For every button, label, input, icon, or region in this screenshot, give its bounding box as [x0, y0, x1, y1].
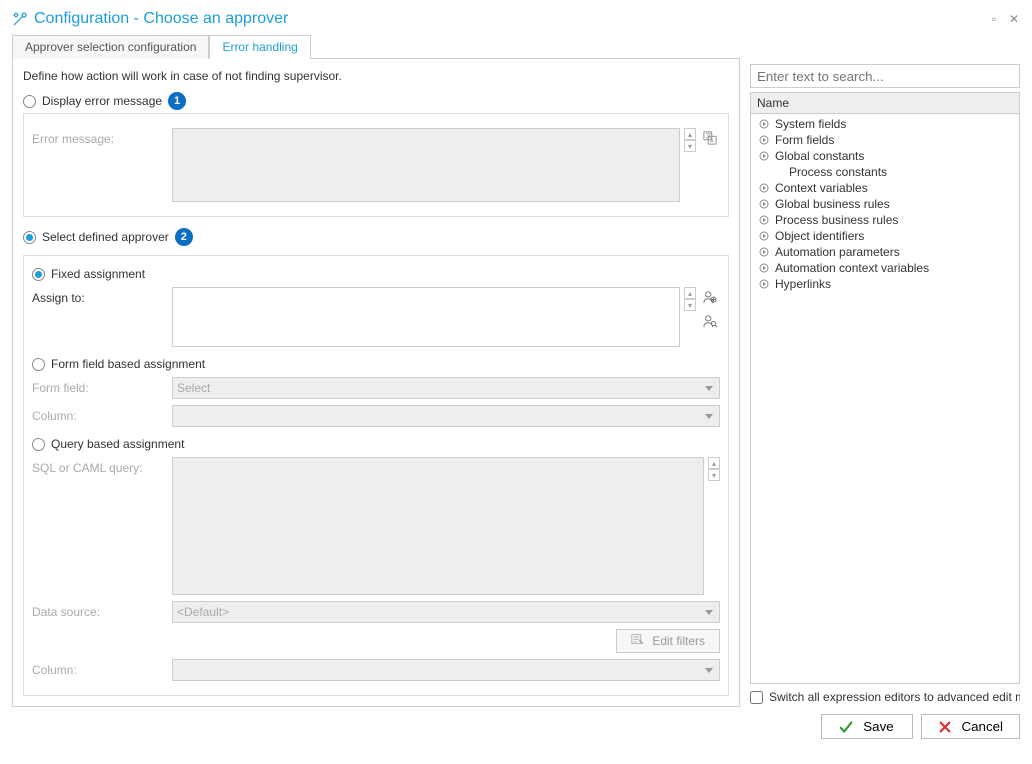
query-title: Query based assignment [51, 437, 184, 451]
search-input[interactable] [750, 64, 1020, 88]
expand-icon[interactable] [757, 231, 771, 241]
radio-formfield[interactable] [32, 358, 45, 371]
tree-item[interactable]: Global constants [751, 148, 1019, 164]
intro-text: Define how action will work in case of n… [23, 69, 729, 83]
select-defined-label: Select defined approver [42, 230, 169, 244]
fixed-label: Fixed assignment [51, 267, 145, 281]
textarea-scroll: ▴▾ [684, 128, 696, 152]
sql-label: SQL or CAML query: [32, 457, 172, 475]
sql-input [172, 457, 704, 595]
config-window: Configuration - Choose an approver ▫ ✕ A… [0, 0, 1032, 764]
translate-icon[interactable]: 文A [700, 128, 720, 148]
footer: Save Cancel [12, 714, 1020, 739]
tree-item[interactable]: Automation parameters [751, 244, 1019, 260]
expand-icon[interactable] [757, 215, 771, 225]
cancel-label: Cancel [962, 719, 1004, 734]
error-message-label: Error message: [32, 128, 172, 146]
formfield-select: Select [172, 377, 720, 399]
switch-advanced-checkbox[interactable] [750, 691, 763, 704]
option-fixed[interactable]: Fixed assignment [32, 267, 720, 281]
expand-icon[interactable] [757, 135, 771, 145]
expand-icon[interactable] [757, 199, 771, 209]
edit-filters-label: Edit filters [652, 634, 705, 648]
tree-item[interactable]: Process constants [751, 164, 1019, 180]
switch-advanced-label: Switch all expression editors to advance… [769, 690, 1020, 704]
tree-item-label: Context variables [775, 181, 868, 195]
badge-1: 1 [168, 92, 186, 110]
tab-error-handling[interactable]: Error handling [209, 35, 310, 59]
query-column-label: Column: [32, 659, 172, 677]
expand-icon[interactable] [757, 247, 771, 257]
option-query[interactable]: Query based assignment [32, 437, 720, 451]
tabs: Approver selection configuration Error h… [12, 34, 740, 59]
option-formfield[interactable]: Form field based assignment [32, 357, 720, 371]
datasource-select: <Default> [172, 601, 720, 623]
tree-item[interactable]: Object identifiers [751, 228, 1019, 244]
tree-item-label: Global business rules [775, 197, 890, 211]
sql-scroll: ▴▾ [708, 457, 720, 481]
option-display-error[interactable]: Display error message 1 [23, 92, 729, 110]
badge-2: 2 [175, 228, 193, 246]
expand-icon[interactable] [757, 183, 771, 193]
save-label: Save [863, 719, 893, 734]
assign-scroll: ▴▾ [684, 287, 696, 311]
tree-item-label: Form fields [775, 133, 834, 147]
save-button[interactable]: Save [821, 714, 913, 739]
tab-content: Define how action will work in case of n… [12, 59, 740, 707]
assign-to-input[interactable] [172, 287, 680, 347]
tree-item[interactable]: System fields [751, 116, 1019, 132]
radio-query[interactable] [32, 438, 45, 451]
tree-item-label: Hyperlinks [775, 277, 831, 291]
search-user-icon[interactable] [700, 311, 720, 331]
tree-item-label: Process constants [789, 165, 887, 179]
tree-item[interactable]: Automation context variables [751, 260, 1019, 276]
radio-display-error[interactable] [23, 95, 36, 108]
formfield-column-select [172, 405, 720, 427]
radio-select-defined[interactable] [23, 231, 36, 244]
filter-icon [631, 633, 644, 649]
formfield-column-label: Column: [32, 405, 172, 423]
expand-icon[interactable] [757, 151, 771, 161]
tree-item[interactable]: Form fields [751, 132, 1019, 148]
error-message-input [172, 128, 680, 202]
datasource-label: Data source: [32, 601, 172, 619]
switch-advanced-row[interactable]: Switch all expression editors to advance… [750, 690, 1020, 704]
expand-icon[interactable] [757, 119, 771, 129]
add-user-icon[interactable] [700, 287, 720, 307]
query-column-select [172, 659, 720, 681]
assign-to-label: Assign to: [32, 287, 172, 305]
tree-item-label: Object identifiers [775, 229, 864, 243]
approver-panel: Fixed assignment Assign to: ▴▾ [23, 255, 729, 696]
tree-panel: Name System fields Form fields Global cons… [750, 92, 1020, 684]
tree-item[interactable]: Global business rules [751, 196, 1019, 212]
formfield-label: Form field: [32, 377, 172, 395]
tree-item-label: Global constants [775, 149, 864, 163]
tree-item-label: Automation parameters [775, 245, 900, 259]
tree-item[interactable]: Context variables [751, 180, 1019, 196]
expand-icon[interactable] [757, 263, 771, 273]
maximize-icon[interactable]: ▫ [988, 13, 1000, 25]
titlebar: Configuration - Choose an approver ▫ ✕ [12, 4, 1020, 34]
display-error-label: Display error message [42, 94, 162, 108]
tab-approver-selection[interactable]: Approver selection configuration [12, 35, 209, 59]
tree-item-label: Process business rules [775, 213, 898, 227]
tree-body: System fields Form fields Global constants… [751, 114, 1019, 683]
close-icon[interactable]: ✕ [1008, 13, 1020, 25]
option-select-defined[interactable]: Select defined approver 2 [23, 228, 729, 246]
edit-filters-button: Edit filters [616, 629, 720, 653]
right-column: Name System fields Form fields Global cons… [750, 34, 1020, 704]
tree-header[interactable]: Name [751, 93, 1019, 114]
tree-item[interactable]: Hyperlinks [751, 276, 1019, 292]
error-message-panel: Error message: ▴▾ 文A [23, 113, 729, 217]
tree-item-label: Automation context variables [775, 261, 929, 275]
svg-text:A: A [710, 138, 714, 144]
expand-icon[interactable] [757, 279, 771, 289]
window-title: Configuration - Choose an approver [34, 10, 988, 28]
tree-item[interactable]: Process business rules [751, 212, 1019, 228]
cancel-button[interactable]: Cancel [921, 714, 1021, 739]
formfield-title: Form field based assignment [51, 357, 205, 371]
tree-item-label: System fields [775, 117, 846, 131]
config-icon [12, 11, 28, 27]
radio-fixed[interactable] [32, 268, 45, 281]
